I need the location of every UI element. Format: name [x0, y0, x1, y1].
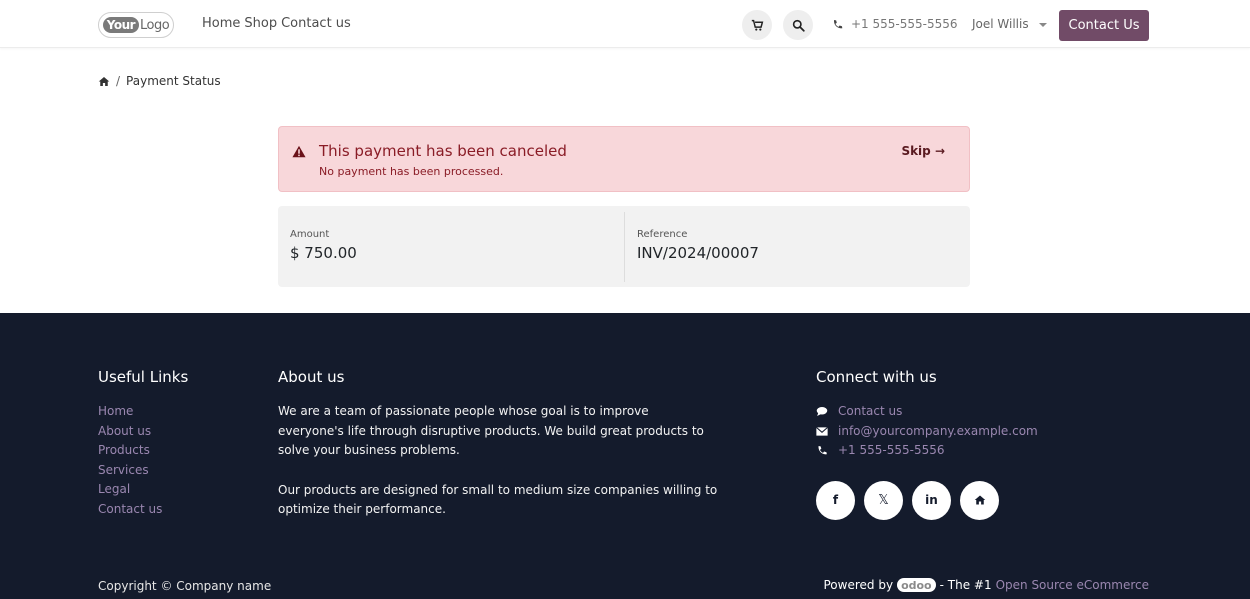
amount-label: Amount — [290, 229, 330, 240]
open-source-ecommerce-link[interactable]: Open Source eCommerce — [996, 578, 1149, 592]
about-us-section: About us We are a team of passionate peo… — [278, 368, 718, 520]
payment-canceled-alert: This payment has been canceled No paymen… — [278, 126, 970, 192]
connect-email-label: info@yourcompany.example.com — [838, 423, 1038, 438]
footer-link-products[interactable]: Products — [98, 441, 188, 461]
connect-phone-label: +1 555-555-5556 — [838, 443, 945, 457]
amount-value: $ 750.00 — [290, 244, 357, 262]
connect-email[interactable]: info@yourcompany.example.com — [816, 422, 1038, 442]
header-phone-number: +1 555-555-5556 — [851, 17, 958, 31]
comment-icon — [816, 407, 828, 417]
breadcrumb-current: Payment Status — [126, 74, 221, 88]
powered-by: Powered by odoo - The #1 Open Source eCo… — [823, 578, 1149, 592]
reference-value: INV/2024/00007 — [637, 244, 759, 262]
connect-contact-label: Contact us — [838, 404, 903, 418]
phone-icon — [833, 19, 843, 28]
home-glyph — [974, 495, 985, 505]
odoo-logo[interactable]: odoo — [897, 578, 936, 592]
nav-home[interactable]: Home — [202, 16, 240, 31]
search-button[interactable] — [783, 10, 813, 40]
alert-subtitle: No payment has been processed. — [319, 165, 504, 178]
footer-link-home[interactable]: Home — [98, 402, 188, 422]
social-links: f 𝕏 in — [816, 480, 1038, 520]
facebook-icon[interactable]: f — [816, 480, 855, 520]
connect-contact[interactable]: Contact us — [816, 402, 1038, 422]
phone-icon — [818, 446, 827, 455]
chevron-down-icon — [1038, 22, 1047, 27]
reference-label: Reference — [637, 229, 688, 240]
home-icon[interactable] — [98, 76, 110, 87]
useful-links-title: Useful Links — [98, 368, 189, 386]
nav-shop[interactable]: Shop — [244, 16, 277, 31]
user-menu[interactable]: Joel Willis — [972, 17, 1047, 31]
nav-contact-us[interactable]: Contact us — [281, 16, 351, 31]
warning-icon — [292, 145, 306, 158]
breadcrumb: / Payment Status — [98, 74, 221, 88]
about-us-text-1: We are a team of passionate people whose… — [278, 404, 704, 457]
about-us-text-2: Our products are designed for small to m… — [278, 482, 718, 517]
amount-cell: Amount $ 750.00 — [290, 229, 357, 262]
alert-title: This payment has been canceled — [319, 142, 567, 160]
copyright: Copyright © Company name — [98, 579, 272, 593]
main-nav: Home Shop Contact us — [202, 16, 361, 31]
breadcrumb-separator: / — [116, 74, 121, 88]
logo-text: Logo — [140, 17, 170, 33]
powered-middle: - The #1 — [939, 578, 992, 592]
reference-cell: Reference INV/2024/00007 — [637, 229, 759, 262]
site-footer: Useful Links Home About us Products Serv… — [0, 313, 1250, 599]
site-header: Your Logo Home Shop Contact us +1 555-555… — [0, 0, 1250, 48]
home-icon[interactable] — [960, 480, 999, 520]
site-logo[interactable]: Your Logo — [98, 12, 174, 38]
footer-link-about[interactable]: About us — [98, 422, 188, 442]
footer-link-legal[interactable]: Legal — [98, 480, 188, 500]
skip-link[interactable]: Skip → — [901, 144, 945, 158]
connect-title: Connect with us — [816, 368, 937, 386]
about-us-title: About us — [278, 368, 345, 386]
user-name: Joel Willis — [972, 17, 1029, 31]
payment-details: Amount $ 750.00 Reference INV/2024/00007 — [278, 206, 970, 287]
connect-section: Connect with us Contact us info@yourcomp… — [816, 368, 1038, 520]
useful-links: Useful Links Home About us Products Serv… — [98, 368, 188, 519]
footer-link-services[interactable]: Services — [98, 461, 188, 481]
cart-button[interactable] — [742, 10, 772, 40]
contact-us-button[interactable]: Contact Us — [1059, 10, 1149, 41]
connect-phone[interactable]: +1 555-555-5556 — [816, 441, 1038, 461]
x-icon[interactable]: 𝕏 — [864, 480, 903, 520]
powered-prefix: Powered by — [823, 578, 894, 592]
cart-icon — [751, 19, 763, 31]
details-divider — [624, 212, 625, 282]
header-phone[interactable]: +1 555-555-5556 — [832, 17, 958, 31]
search-icon — [792, 19, 805, 32]
linkedin-icon[interactable]: in — [912, 480, 951, 520]
envelope-icon — [816, 426, 828, 436]
footer-link-contact[interactable]: Contact us — [98, 500, 188, 520]
logo-your: Your — [102, 17, 140, 33]
